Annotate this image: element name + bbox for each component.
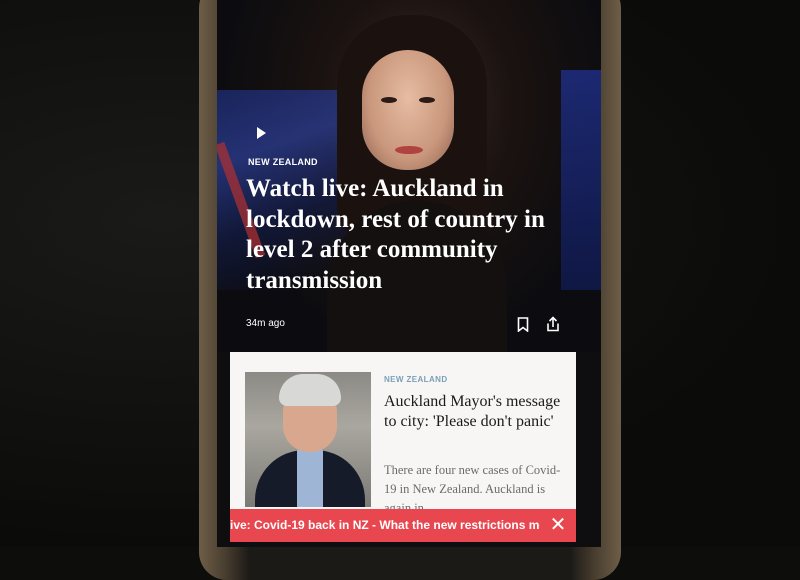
- hero-article[interactable]: NEW ZEALAND Watch live: Auckland in lock…: [217, 0, 601, 360]
- play-icon[interactable]: [257, 127, 266, 139]
- thumb-hair: [279, 374, 341, 406]
- card-headline[interactable]: Auckland Mayor's message to city: 'Pleas…: [384, 392, 564, 432]
- share-icon[interactable]: [545, 316, 561, 332]
- card-section-label[interactable]: NEW ZEALAND: [384, 375, 448, 384]
- article-card[interactable]: NEW ZEALAND Auckland Mayor's message to …: [230, 352, 576, 522]
- breaking-news-banner[interactable]: ive: Covid-19 back in NZ - What the new …: [230, 509, 576, 542]
- close-icon[interactable]: ✕: [540, 509, 576, 542]
- article-thumbnail[interactable]: [245, 372, 371, 507]
- card-description: There are four new cases of Covid-19 in …: [384, 463, 561, 509]
- bookmark-icon[interactable]: [517, 317, 529, 332]
- phone-screen: NEW ZEALAND Watch live: Auckland in lock…: [217, 0, 601, 547]
- hero-photo-eye: [419, 97, 435, 103]
- hero-headline[interactable]: Watch live: Auckland in lockdown, rest o…: [246, 174, 576, 296]
- banner-text[interactable]: ive: Covid-19 back in NZ - What the new …: [230, 518, 567, 532]
- hero-photo-lips: [395, 146, 423, 154]
- hero-timestamp: 34m ago: [246, 318, 285, 329]
- thumb-shirt: [297, 450, 323, 507]
- hero-section-label[interactable]: NEW ZEALAND: [248, 157, 318, 167]
- hero-photo-eye: [381, 97, 397, 103]
